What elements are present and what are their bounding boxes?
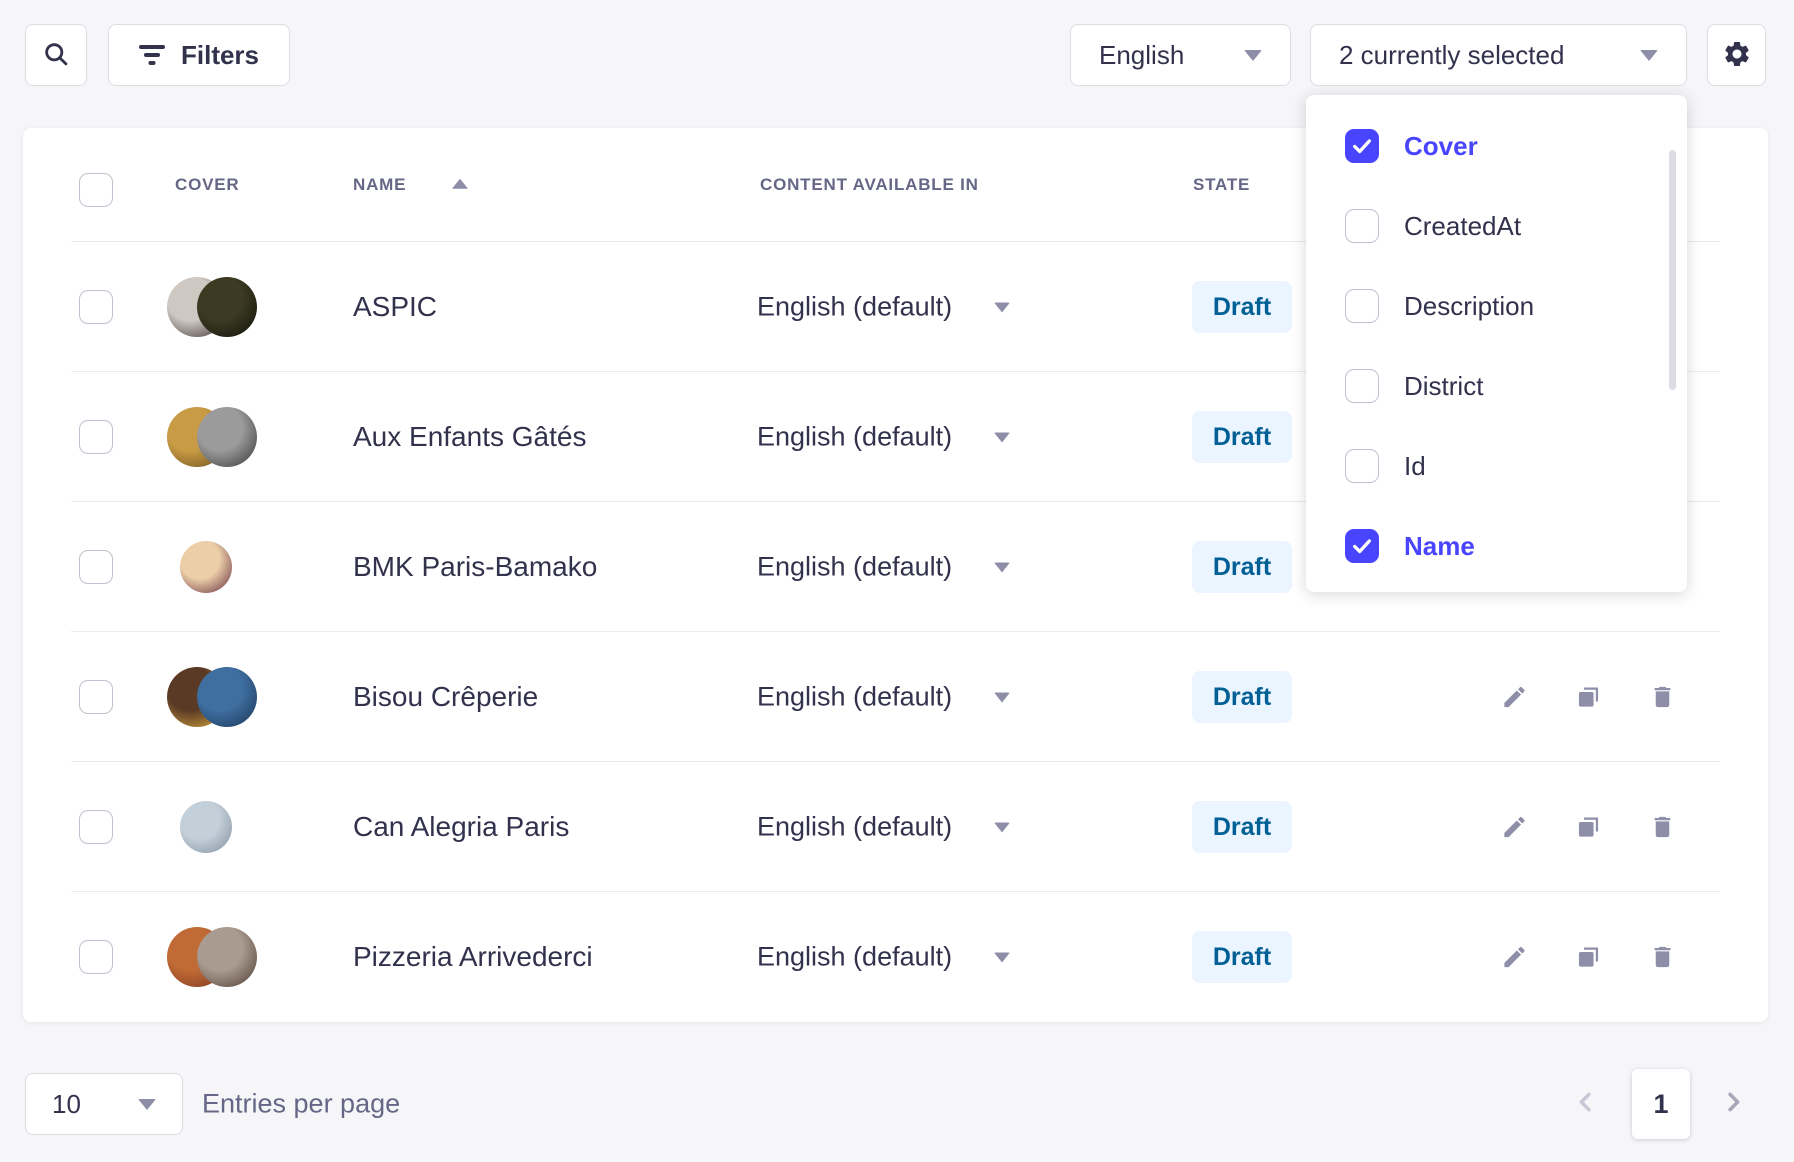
filters-label: Filters [181,40,259,71]
checkbox[interactable] [1345,449,1379,483]
cover-thumbnails [167,666,262,728]
filters-button[interactable]: Filters [108,24,290,86]
status-badge: Draft [1192,281,1292,333]
cover-thumbnails [167,536,262,598]
gear-icon [1722,39,1752,72]
table-row: Can Alegria Paris English (default) Draf… [23,762,1768,892]
delete-button[interactable] [1649,684,1676,711]
table-row: Bisou Crêperie English (default) Draft [23,632,1768,762]
columns-dropdown-panel: Cover CreatedAt Description District Id … [1306,95,1687,592]
chevron-down-icon [994,302,1010,312]
checkbox[interactable] [1345,369,1379,403]
status-badge: Draft [1192,801,1292,853]
chevron-down-icon [994,562,1010,572]
column-toggle-district[interactable]: District [1345,369,1687,403]
column-toggle-id[interactable]: Id [1345,449,1687,483]
entry-name: BMK Paris-Bamako [353,551,597,583]
row-checkbox[interactable] [79,550,113,584]
locale-dropdown[interactable]: English (default) [757,292,1010,323]
previous-page-button[interactable] [1572,1088,1600,1119]
status-badge: Draft [1192,931,1292,983]
table-row: Pizzeria Arrivederci English (default) D… [23,892,1768,1022]
entry-name: Pizzeria Arrivederci [353,941,593,973]
search-icon [42,40,70,71]
page-1-button[interactable]: 1 [1632,1069,1690,1139]
entries-per-page-label: Entries per page [202,1089,400,1120]
checkbox[interactable] [1345,209,1379,243]
entry-name: Aux Enfants Gâtés [353,421,586,453]
locale-dropdown[interactable]: English (default) [757,552,1010,583]
column-toggle-createdat[interactable]: CreatedAt [1345,209,1687,243]
chevron-down-icon [994,822,1010,832]
locale-dropdown[interactable]: English (default) [757,942,1010,973]
status-badge: Draft [1192,541,1292,593]
status-badge: Draft [1192,411,1292,463]
row-checkbox[interactable] [79,290,113,324]
filter-icon [139,45,165,65]
entry-name: ASPIC [353,291,437,323]
settings-button[interactable] [1707,24,1766,86]
column-header-content-available-in: CONTENT AVAILABLE IN [760,175,979,195]
row-checkbox[interactable] [79,420,113,454]
chevron-down-icon [1244,50,1262,61]
columns-select[interactable]: 2 currently selected [1310,24,1687,86]
locale-dropdown[interactable]: English (default) [757,422,1010,453]
columns-select-value: 2 currently selected [1339,40,1564,71]
duplicate-button[interactable] [1575,814,1602,841]
chevron-down-icon [994,952,1010,962]
delete-button[interactable] [1649,814,1676,841]
locale-select[interactable]: English [1070,24,1291,86]
checkbox[interactable] [1345,129,1379,163]
edit-button[interactable] [1501,684,1528,711]
locale-select-value: English [1099,40,1184,71]
page-size-value: 10 [52,1089,81,1120]
chevron-down-icon [138,1099,156,1110]
checkbox[interactable] [1345,289,1379,323]
column-toggle-name[interactable]: Name [1345,529,1687,563]
chevron-down-icon [994,692,1010,702]
next-page-button[interactable] [1719,1088,1747,1119]
row-checkbox[interactable] [79,810,113,844]
dropdown-scrollbar[interactable] [1669,150,1676,390]
cover-thumbnails [167,796,262,858]
locale-dropdown[interactable]: English (default) [757,682,1010,713]
column-header-name[interactable]: NAME [353,175,406,195]
locale-dropdown[interactable]: English (default) [757,812,1010,843]
checkbox[interactable] [1345,529,1379,563]
delete-button[interactable] [1649,944,1676,971]
cover-thumbnails [167,406,262,468]
chevron-down-icon [1640,50,1658,61]
row-checkbox[interactable] [79,680,113,714]
page-size-select[interactable]: 10 [25,1073,183,1135]
edit-button[interactable] [1501,814,1528,841]
status-badge: Draft [1192,671,1292,723]
duplicate-button[interactable] [1575,944,1602,971]
column-toggle-cover[interactable]: Cover [1345,129,1687,163]
sort-ascending-icon[interactable] [452,179,468,189]
column-toggle-description[interactable]: Description [1345,289,1687,323]
column-header-cover: COVER [175,175,239,195]
column-header-state: STATE [1193,175,1250,195]
entry-name: Can Alegria Paris [353,811,569,843]
edit-button[interactable] [1501,944,1528,971]
duplicate-button[interactable] [1575,684,1602,711]
cover-thumbnails [167,276,262,338]
chevron-down-icon [994,432,1010,442]
entry-name: Bisou Crêperie [353,681,538,713]
cover-thumbnails [167,926,262,988]
chevron-right-icon [1719,1104,1747,1119]
search-button[interactable] [25,24,87,86]
row-checkbox[interactable] [79,940,113,974]
chevron-left-icon [1572,1104,1600,1119]
select-all-checkbox[interactable] [79,173,113,207]
